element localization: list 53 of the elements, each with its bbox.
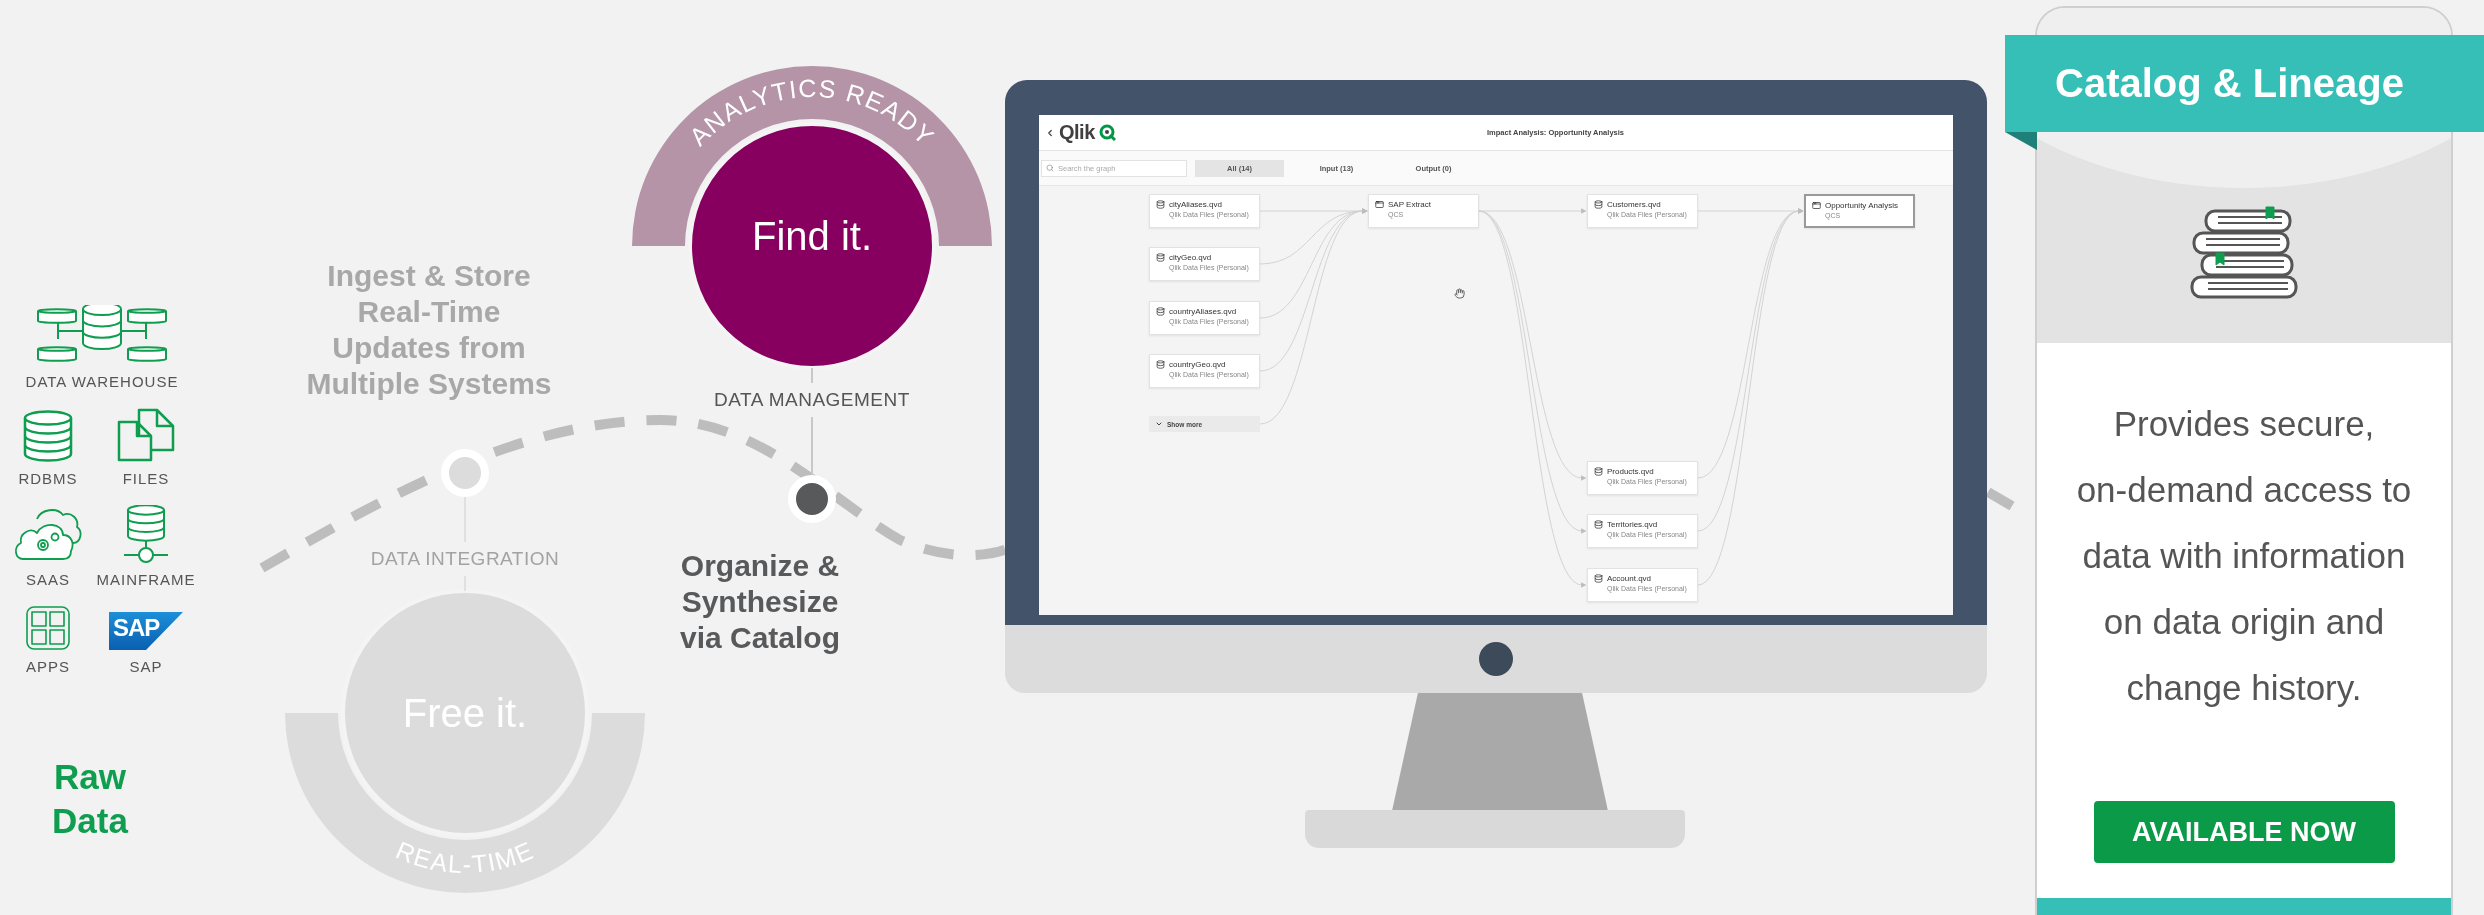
apps-grid-icon — [26, 606, 70, 650]
circle-label: Find it. — [751, 213, 872, 259]
node-name: Customers.qvd — [1607, 200, 1662, 209]
chevron-down-icon — [1155, 420, 1163, 428]
database-icon — [1594, 467, 1603, 476]
stage-caption: Ingest & Store Real-Time Updates from Multiple Systems — [305, 258, 553, 402]
node-name: Account.qvd — [1607, 574, 1653, 583]
logo-text: Qlik — [1059, 121, 1095, 144]
camera-dot — [1479, 642, 1513, 676]
node-name: Products.qvd — [1607, 467, 1655, 476]
sap-logo: SAP — [109, 612, 183, 650]
database-icon — [1594, 200, 1603, 209]
database-icon — [1594, 520, 1603, 529]
stage-label: DATA MANAGEMENT — [714, 389, 910, 411]
source-label: SAAS — [26, 571, 70, 588]
available-now-button[interactable]: AVAILABLE NOW — [2093, 801, 2395, 863]
source-label: DATA WAREHOUSE — [25, 373, 179, 390]
source-label: MAINFRAME — [96, 571, 196, 588]
section-title: Raw Data — [51, 756, 130, 842]
database-icon — [1156, 253, 1165, 262]
timeline-node — [788, 475, 836, 523]
card-title-banner: Catalog & Lineage — [2005, 35, 2484, 132]
source-label: SAP — [129, 658, 163, 675]
logo-icon — [1098, 124, 1116, 141]
dashed-path — [1985, 487, 2015, 511]
files-icon — [117, 408, 175, 462]
database-icon — [1156, 307, 1165, 316]
node-name: SAP Extract — [1388, 200, 1431, 209]
cloud-gears-icon — [13, 507, 83, 563]
back-icon[interactable] — [1045, 127, 1055, 138]
database-network-icon — [122, 505, 170, 563]
card-description: Provides secure, on-demand access to data with information on data origin and change history. — [2075, 403, 2413, 709]
source-label: RDBMS — [18, 470, 78, 487]
source-label: FILES — [122, 470, 170, 487]
database-icon — [1594, 574, 1603, 583]
data-warehouse-icon — [36, 305, 168, 365]
book-stack-icon — [2188, 203, 2300, 301]
app-window-icon — [1375, 200, 1384, 209]
database-icon — [1156, 360, 1165, 369]
node-name: Territories.qvd — [1607, 520, 1659, 529]
node-name: countryAliases.qvd — [1169, 307, 1238, 316]
source-label: APPS — [26, 658, 70, 675]
database-icon — [22, 410, 74, 462]
stage-caption: Organize & Synthesize via Catalog — [678, 548, 842, 656]
node-name: Opportunity Analysis — [1825, 201, 1898, 210]
hand-cursor-icon — [1454, 288, 1465, 299]
search-icon — [1046, 164, 1054, 172]
app-window-icon — [1812, 201, 1821, 210]
node-name: cityGeo.qvd — [1169, 253, 1213, 262]
stage-label: DATA INTEGRATION — [370, 547, 560, 570]
node-name: countryGeo.qvd — [1169, 360, 1227, 369]
database-icon — [1156, 200, 1165, 209]
node-name: cityAliases.qvd — [1169, 200, 1223, 209]
